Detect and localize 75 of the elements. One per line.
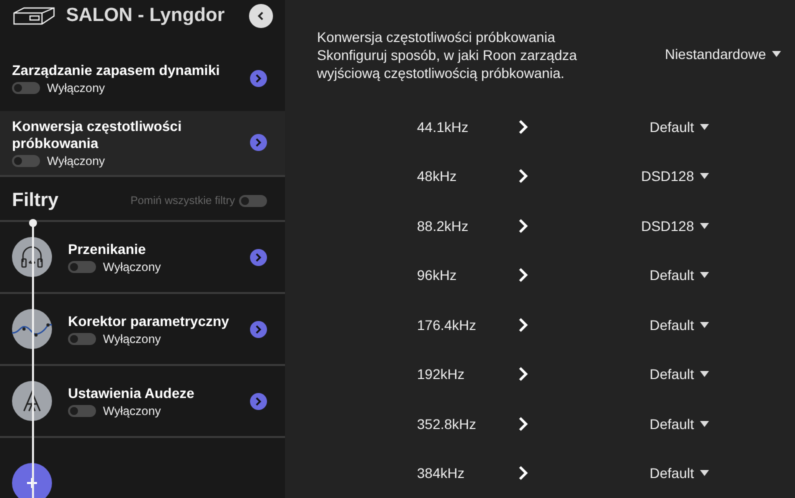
caret-icon <box>700 272 709 278</box>
status-label: Wyłączony <box>47 154 105 168</box>
caret-icon <box>700 124 709 130</box>
setting-title: Konwersja częstotliwości próbkowania <box>12 118 183 152</box>
chevron-left-icon <box>257 11 265 22</box>
filter-title: Przenikanie <box>68 240 147 258</box>
output-rate-dropdown[interactable]: DSD128 <box>609 168 709 184</box>
setting-title: Zarządzanie zapasem dynamiki <box>12 62 221 79</box>
output-rate-dropdown[interactable]: Default <box>609 366 709 382</box>
caret-icon <box>772 51 781 57</box>
arrow-right-icon <box>517 118 529 135</box>
status-label: Wyłączony <box>47 81 105 95</box>
status-label: Wyłączony <box>103 404 161 418</box>
sample-rate-label: 88.2kHz <box>417 218 470 234</box>
sample-rate-label: 176.4kHz <box>417 316 478 333</box>
caret-icon <box>700 222 709 229</box>
section-description: Skonfiguruj sposób, w jaki Roon zarządza wyjściową częstotliwością próbkowania. <box>317 46 578 82</box>
output-rate-dropdown[interactable]: Default <box>609 267 709 284</box>
toggle-switch[interactable] <box>68 404 96 416</box>
device-title: SALON - Lyngdor <box>66 5 226 28</box>
caret-icon <box>700 371 709 378</box>
sample-rate-label: 384kHz <box>417 465 466 482</box>
output-rate-dropdown[interactable]: Default <box>609 316 709 333</box>
caret-icon <box>700 173 709 180</box>
caret-icon <box>700 322 709 328</box>
arrow-right-icon <box>517 465 529 482</box>
back-button[interactable] <box>249 4 273 28</box>
arrow-right-icon <box>517 218 529 234</box>
toggle-switch[interactable] <box>68 260 96 272</box>
output-rate-dropdown[interactable]: Default <box>609 465 709 482</box>
caret-icon <box>700 420 709 427</box>
settings-item[interactable]: Zarządzanie zapasem dynamiki Wyłączony <box>0 50 285 106</box>
open-button[interactable] <box>250 134 267 151</box>
toggle-switch[interactable] <box>68 332 96 344</box>
add-filter-button[interactable] <box>12 463 52 498</box>
filters-heading: Filtry <box>12 190 60 212</box>
output-rate-dropdown[interactable]: Default <box>609 118 709 135</box>
bypass-label: Pomiń wszystkie filtry <box>130 195 235 208</box>
status-label: Wyłączony <box>103 332 161 346</box>
open-button[interactable] <box>250 248 267 266</box>
open-button[interactable] <box>250 70 267 87</box>
chevron-right-icon <box>255 324 262 334</box>
chevron-right-icon <box>255 396 262 406</box>
plus-icon <box>26 477 38 489</box>
sample-rate-label: 48kHz <box>417 168 458 184</box>
toggle-switch[interactable] <box>12 154 40 166</box>
arrow-right-icon <box>517 416 529 432</box>
settings-item[interactable]: Konwersja częstotliwości próbkowania Wyłączony <box>0 110 285 176</box>
arrow-right-icon <box>517 316 529 333</box>
open-button[interactable] <box>250 320 267 338</box>
headphones-icon <box>19 244 45 270</box>
arrow-right-icon <box>517 366 529 382</box>
arrow-right-icon <box>517 267 529 284</box>
peak-logo-icon <box>22 390 42 412</box>
sample-rate-label: 352.8kHz <box>417 416 478 432</box>
output-rate-dropdown[interactable]: Default <box>609 416 709 432</box>
sample-rate-label: 44.1kHz <box>417 118 470 135</box>
caret-icon <box>700 470 709 476</box>
filter-title: Ustawienia Audeze <box>68 384 196 402</box>
chevron-right-icon <box>255 74 262 83</box>
sample-rate-label: 96kHz <box>417 267 458 284</box>
status-label: Wyłączony <box>103 260 161 274</box>
output-rate-dropdown[interactable]: DSD128 <box>609 218 709 234</box>
arrow-right-icon <box>517 168 529 184</box>
timeline-dot <box>29 219 37 227</box>
filter-title: Korektor parametryczny <box>68 312 230 330</box>
open-button[interactable] <box>250 392 267 410</box>
section-title: Konwersja częstotliwości próbkowania <box>317 28 556 46</box>
sample-rate-label: 192kHz <box>417 366 466 382</box>
toggle-switch[interactable] <box>12 82 40 94</box>
chevron-right-icon <box>255 138 262 147</box>
amplifier-device-icon <box>12 5 56 28</box>
mode-dropdown[interactable]: Niestandardowe <box>664 46 781 62</box>
chevron-right-icon <box>255 252 262 262</box>
toggle-switch[interactable] <box>239 195 267 208</box>
